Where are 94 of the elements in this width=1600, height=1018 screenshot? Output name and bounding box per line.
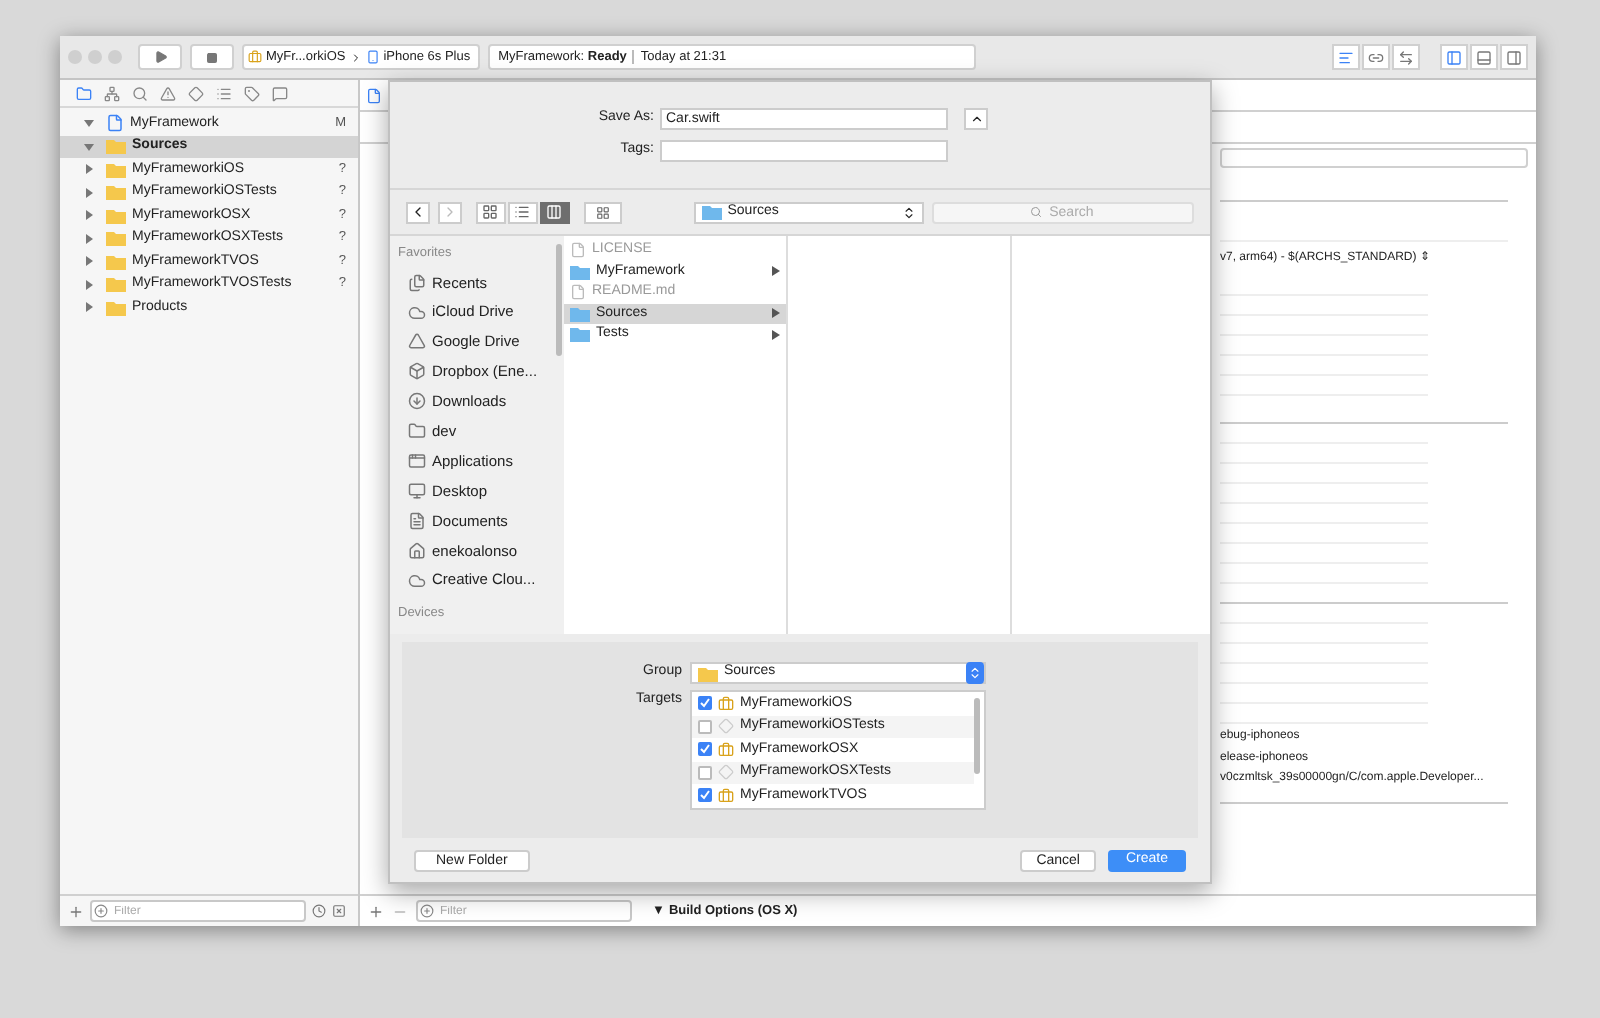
list-icon <box>216 85 232 101</box>
document-icon <box>408 511 426 530</box>
message-icon <box>272 85 288 101</box>
editor-mode-button[interactable] <box>1362 44 1390 70</box>
navigator-tab[interactable] <box>188 85 204 101</box>
panel-toggle-button[interactable] <box>1470 44 1498 70</box>
scrollbar <box>974 698 980 774</box>
documents-icon <box>408 273 426 292</box>
run-button[interactable] <box>138 44 182 70</box>
briefcase-icon <box>718 695 734 712</box>
navigator-tab[interactable] <box>244 85 260 101</box>
project-file-icon <box>366 87 382 103</box>
disclosure-triangle-icon[interactable] <box>84 210 94 221</box>
view-mode-button[interactable] <box>475 201 506 223</box>
bottom-panel-icon <box>1476 49 1492 65</box>
file-icon <box>570 242 586 259</box>
play-icon <box>153 50 167 64</box>
checkbox[interactable] <box>698 719 712 734</box>
warning-icon <box>160 85 176 101</box>
disclosure-triangle-icon[interactable] <box>84 118 94 129</box>
tag-icon <box>244 85 260 101</box>
disclosure-triangle-icon[interactable] <box>84 141 94 152</box>
tags-field[interactable] <box>660 140 948 162</box>
stop-icon <box>206 51 218 63</box>
disclosure-triangle-icon[interactable] <box>84 256 94 267</box>
cloud-icon <box>408 303 426 322</box>
up-down-icon <box>901 205 916 219</box>
editor-mode-button[interactable] <box>1392 44 1420 70</box>
navigator-tab[interactable] <box>160 85 176 101</box>
disclosure-triangle-icon[interactable] <box>84 164 94 175</box>
filter-icon <box>94 904 108 918</box>
briefcase-icon <box>718 787 734 804</box>
cloud-icon <box>408 571 426 590</box>
monitor-icon <box>408 481 426 500</box>
diamond-icon <box>718 764 734 781</box>
collapse-button[interactable] <box>964 108 988 130</box>
disclosure-triangle-icon[interactable] <box>84 233 94 244</box>
box-icon <box>408 362 426 381</box>
editor-mode-button[interactable] <box>1332 44 1360 70</box>
download-icon <box>408 392 426 411</box>
diamond-icon <box>188 85 204 101</box>
folder-icon <box>408 422 426 441</box>
navigator-tab[interactable] <box>104 85 120 101</box>
lines-icon <box>1338 49 1354 65</box>
search-icon <box>132 85 148 101</box>
disclosure-triangle-icon[interactable] <box>84 302 94 313</box>
house-icon <box>408 541 426 560</box>
arrows-icon <box>1398 49 1414 65</box>
disclosure-triangle-icon[interactable] <box>84 187 94 198</box>
app-window-icon <box>408 452 426 471</box>
navigator-tab[interactable] <box>272 85 288 101</box>
right-panel-icon <box>1506 49 1522 65</box>
add-icon[interactable] <box>68 903 84 919</box>
close-box-icon[interactable] <box>332 904 346 918</box>
folder-icon <box>76 85 92 101</box>
link-icon <box>1368 49 1384 65</box>
chevron-icon <box>349 51 362 63</box>
folder-icon <box>570 263 590 280</box>
navigator-tab[interactable] <box>132 85 148 101</box>
disclosure-triangle-icon[interactable] <box>84 279 94 290</box>
panel-toggle-button[interactable] <box>1500 44 1528 70</box>
folder-icon <box>698 665 718 681</box>
view-mode-button[interactable] <box>507 201 538 223</box>
folder-icon <box>701 204 722 220</box>
chevron-up-icon <box>969 112 983 126</box>
project-file-icon <box>106 114 124 133</box>
grid-icon <box>595 205 610 219</box>
arrange-button[interactable] <box>583 201 623 223</box>
device-icon <box>365 50 380 64</box>
left-panel-icon <box>1446 49 1462 65</box>
back-button[interactable] <box>406 201 430 223</box>
add-icon[interactable] <box>368 903 384 919</box>
diamond-icon <box>718 718 734 735</box>
navigator-tab[interactable] <box>76 85 92 101</box>
search-icon <box>1029 206 1042 218</box>
triangle-icon <box>408 332 426 351</box>
columns-icon <box>546 204 563 220</box>
briefcase-icon <box>718 741 734 758</box>
hierarchy-icon <box>104 85 120 101</box>
clock-icon[interactable] <box>312 904 326 918</box>
filter-icon <box>420 904 434 918</box>
chevron-icon <box>772 266 780 277</box>
panel-toggle-button[interactable] <box>1440 44 1468 70</box>
navigator-tab[interactable] <box>216 85 232 101</box>
checkbox[interactable] <box>698 765 712 780</box>
list-icon <box>514 204 531 220</box>
view-mode-button[interactable] <box>539 201 570 223</box>
popup-arrows-icon <box>966 662 984 684</box>
briefcase-icon <box>248 50 262 64</box>
file-icon <box>570 284 586 301</box>
stop-button[interactable] <box>190 44 234 70</box>
grid-icon <box>482 204 499 220</box>
settings-search-field[interactable] <box>1220 148 1528 168</box>
scrollbar <box>556 244 562 356</box>
